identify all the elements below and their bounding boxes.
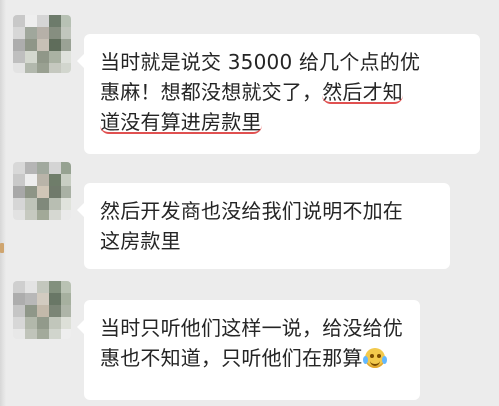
avatar-pixel bbox=[49, 210, 61, 220]
message-line: 当时只听他们这样一说，给没给优 bbox=[100, 316, 403, 340]
message-row-1[interactable]: 当时就是说交 35000 给几个点的优 惠麻！想都没想就交了，然后才知 道没有算… bbox=[0, 13, 499, 155]
message-line: 惠麻！想都没想就交了，然后才知 bbox=[100, 77, 464, 107]
avatar-pixel bbox=[61, 39, 71, 51]
avatar-pixel bbox=[25, 51, 37, 63]
avatar-pixel bbox=[13, 305, 25, 317]
avatar-pixel bbox=[49, 51, 61, 63]
blurred-avatar[interactable] bbox=[13, 281, 71, 339]
chat-screenshot: 当时就是说交 35000 给几个点的优 惠麻！想都没想就交了，然后才知 道没有算… bbox=[0, 0, 499, 406]
avatar-pixel bbox=[61, 63, 71, 73]
avatar-pixel bbox=[25, 63, 37, 73]
avatar-pixel bbox=[13, 317, 25, 329]
avatar-pixel bbox=[61, 210, 71, 220]
avatar-pixel bbox=[37, 198, 49, 210]
avatar-pixel bbox=[37, 27, 49, 39]
avatar-pixel bbox=[13, 210, 25, 220]
avatar-pixel bbox=[49, 305, 61, 317]
avatar-pixel bbox=[25, 27, 37, 39]
avatar-pixel bbox=[37, 293, 49, 305]
right-tear-icon bbox=[381, 356, 387, 364]
avatar-pixel bbox=[49, 317, 61, 329]
avatar-pixel bbox=[13, 27, 25, 39]
avatar-pixel bbox=[61, 281, 71, 293]
avatar-pixel bbox=[61, 15, 71, 27]
avatar-pixel bbox=[37, 63, 49, 73]
message-line: 这房款里 bbox=[100, 229, 181, 253]
avatar-pixel bbox=[37, 281, 49, 293]
message-line: 当时就是说交 35000 给几个点的优 bbox=[100, 50, 421, 74]
avatar-pixel bbox=[25, 281, 37, 293]
avatar-pixel bbox=[37, 51, 49, 63]
avatar-pixel bbox=[25, 162, 37, 174]
avatar-pixel bbox=[13, 281, 25, 293]
avatar-pixel bbox=[13, 51, 25, 63]
avatar-pixel bbox=[49, 198, 61, 210]
avatar-pixel bbox=[49, 162, 61, 174]
avatar-pixel bbox=[61, 186, 71, 198]
avatar-pixel bbox=[37, 162, 49, 174]
avatar-pixel bbox=[61, 51, 71, 63]
avatar-pixel bbox=[37, 329, 49, 339]
avatar-pixel bbox=[13, 162, 25, 174]
avatar-pixel bbox=[49, 174, 61, 186]
avatar-pixel bbox=[37, 186, 49, 198]
avatar-pixel bbox=[13, 186, 25, 198]
message-line: 道没有算进房款里 bbox=[100, 107, 464, 137]
avatar-pixel bbox=[61, 198, 71, 210]
avatar-pixel bbox=[37, 210, 49, 220]
message-line: 然后开发商也没给我们说明不加在 bbox=[100, 199, 403, 223]
highlighted-text: 然后才知 bbox=[322, 77, 403, 107]
highlighted-text: 道没有算进房款里 bbox=[100, 107, 262, 137]
avatar-pixel bbox=[25, 329, 37, 339]
message-bubble[interactable]: 然后开发商也没给我们说明不加在 这房款里 bbox=[77, 183, 450, 269]
avatar-pixel bbox=[49, 186, 61, 198]
avatar-pixel bbox=[49, 329, 61, 339]
avatar-pixel bbox=[13, 329, 25, 339]
avatar-pixel bbox=[13, 198, 25, 210]
avatar-pixel bbox=[49, 27, 61, 39]
avatar-pixel bbox=[25, 15, 37, 27]
message-row-2[interactable]: 然后开发商也没给我们说明不加在 这房款里 bbox=[0, 160, 499, 272]
message-line: 惠也不知道，只听他们在那算 bbox=[100, 343, 404, 373]
avatar-pixel bbox=[25, 210, 37, 220]
avatar-pixel bbox=[13, 39, 25, 51]
avatar-pixel bbox=[61, 329, 71, 339]
message-text: 惠也不知道，只听他们在那算 bbox=[100, 346, 363, 370]
avatar-pixel bbox=[25, 317, 37, 329]
laughing-crying-emoji-icon bbox=[362, 348, 387, 368]
avatar-pixel bbox=[61, 174, 71, 186]
left-tear-icon bbox=[362, 356, 368, 364]
avatar-pixel bbox=[49, 281, 61, 293]
avatar-pixel bbox=[25, 186, 37, 198]
avatar-pixel bbox=[49, 39, 61, 51]
avatar-pixel bbox=[61, 293, 71, 305]
blurred-avatar[interactable] bbox=[13, 162, 71, 220]
avatar-pixel bbox=[13, 293, 25, 305]
avatar-pixel bbox=[49, 15, 61, 27]
avatar-pixel bbox=[37, 317, 49, 329]
message-text: 惠麻！想都没想就交了， bbox=[100, 80, 323, 104]
avatar-pixel bbox=[13, 174, 25, 186]
message-bubble[interactable]: 当时只听他们这样一说，给没给优 惠也不知道，只听他们在那算 bbox=[77, 300, 420, 400]
avatar-pixel bbox=[61, 317, 71, 329]
avatar-pixel bbox=[13, 15, 25, 27]
avatar-pixel bbox=[61, 162, 71, 174]
avatar-pixel bbox=[49, 63, 61, 73]
avatar-pixel bbox=[37, 174, 49, 186]
blurred-avatar[interactable] bbox=[13, 15, 71, 73]
avatar-pixel bbox=[37, 39, 49, 51]
avatar-pixel bbox=[25, 305, 37, 317]
avatar-pixel bbox=[25, 174, 37, 186]
avatar-pixel bbox=[37, 305, 49, 317]
avatar-pixel bbox=[13, 63, 25, 73]
avatar-pixel bbox=[49, 293, 61, 305]
avatar-pixel bbox=[61, 27, 71, 39]
avatar-pixel bbox=[37, 15, 49, 27]
avatar-pixel bbox=[61, 305, 71, 317]
avatar-pixel bbox=[25, 39, 37, 51]
avatar-pixel bbox=[25, 198, 37, 210]
avatar-pixel bbox=[25, 293, 37, 305]
message-bubble[interactable]: 当时就是说交 35000 给几个点的优 惠麻！想都没想就交了，然后才知 道没有算… bbox=[77, 34, 480, 154]
message-row-3[interactable]: 当时只听他们这样一说，给没给优 惠也不知道，只听他们在那算 bbox=[0, 279, 499, 403]
